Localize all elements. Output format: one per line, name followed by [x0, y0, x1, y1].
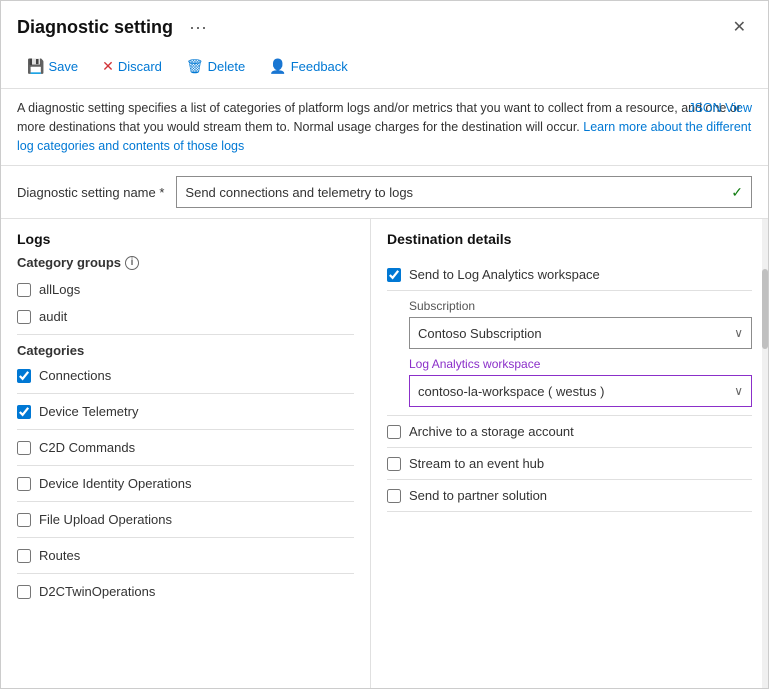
workspace-chevron-icon: ∨: [734, 384, 743, 398]
log-analytics-checkbox[interactable]: [387, 268, 401, 282]
delete-icon: 🗑: [186, 58, 204, 75]
destination-panel: Destination details Send to Log Analytic…: [371, 219, 768, 688]
event-hub-option: Stream to an event hub: [387, 448, 752, 480]
discard-button[interactable]: ✕ Discard: [92, 53, 172, 80]
scrollbar-thumb[interactable]: [762, 269, 768, 349]
subscription-label: Subscription: [409, 299, 752, 313]
save-icon: 💾: [27, 58, 44, 75]
event-hub-checkbox[interactable]: [387, 457, 401, 471]
c2d-commands-item: C2D Commands: [17, 434, 354, 461]
setting-name-field[interactable]: [185, 185, 731, 200]
info-text: A diagnostic setting specifies a list of…: [17, 101, 751, 153]
audit-checkbox[interactable]: [17, 310, 31, 324]
allLogs-checkbox[interactable]: [17, 283, 31, 297]
file-upload-checkbox[interactable]: [17, 513, 31, 527]
storage-account-checkbox[interactable]: [387, 425, 401, 439]
allLogs-label: allLogs: [39, 282, 80, 297]
storage-account-label: Archive to a storage account: [409, 424, 574, 439]
storage-account-option: Archive to a storage account: [387, 416, 752, 448]
log-analytics-label: Send to Log Analytics workspace: [409, 267, 600, 282]
diagnostic-setting-panel: Diagnostic setting ··· ✕ 💾 Save ✕ Discar…: [0, 0, 769, 689]
routes-checkbox[interactable]: [17, 549, 31, 563]
log-analytics-details: Subscription Contoso Subscription ∨ Log …: [387, 291, 752, 416]
scrollbar-track[interactable]: [762, 219, 768, 688]
workspace-label: Log Analytics workspace: [409, 357, 752, 371]
category-groups-title: Category groups i: [17, 255, 354, 270]
d2ctwin-item: D2CTwinOperations: [17, 578, 354, 605]
panel-header: Diagnostic setting ··· ✕: [1, 1, 768, 49]
destination-section-title: Destination details: [387, 231, 752, 247]
main-content: Logs Category groups i allLogs audit Cat…: [1, 219, 768, 688]
delete-label: Delete: [208, 59, 246, 74]
feedback-label: Feedback: [291, 59, 348, 74]
learn-more-link[interactable]: Learn more about the different log categ…: [17, 120, 751, 153]
discard-label: Discard: [118, 59, 162, 74]
panel-title: Diagnostic setting: [17, 17, 173, 38]
delete-button[interactable]: 🗑 Delete: [176, 53, 255, 80]
audit-label: audit: [39, 309, 67, 324]
d2ctwin-checkbox[interactable]: [17, 585, 31, 599]
event-hub-label: Stream to an event hub: [409, 456, 544, 471]
connections-item: Connections: [17, 362, 354, 389]
device-identity-checkbox[interactable]: [17, 477, 31, 491]
json-view-link[interactable]: JSON View: [688, 99, 752, 118]
close-button[interactable]: ✕: [727, 13, 752, 41]
device-identity-label: Device Identity Operations: [39, 476, 191, 491]
workspace-select[interactable]: contoso-la-workspace ( westus ) ∨: [409, 375, 752, 407]
routes-label: Routes: [39, 548, 80, 563]
logs-section-title: Logs: [17, 231, 354, 247]
discard-icon: ✕: [102, 58, 114, 75]
subscription-value: Contoso Subscription: [418, 326, 542, 341]
allLogs-item: allLogs: [17, 276, 354, 303]
setting-name-checkmark: ✓: [731, 184, 743, 201]
toolbar: 💾 Save ✕ Discard 🗑 Delete 👤 Feedback: [1, 49, 768, 89]
c2d-commands-checkbox[interactable]: [17, 441, 31, 455]
logs-panel: Logs Category groups i allLogs audit Cat…: [1, 219, 371, 688]
panel-menu-dots[interactable]: ···: [189, 17, 207, 38]
device-telemetry-item: Device Telemetry: [17, 398, 354, 425]
audit-item: audit: [17, 303, 354, 330]
file-upload-item: File Upload Operations: [17, 506, 354, 533]
c2d-commands-label: C2D Commands: [39, 440, 135, 455]
setting-name-label: Diagnostic setting name *: [17, 185, 164, 200]
category-groups-info-icon[interactable]: i: [125, 256, 139, 270]
connections-label: Connections: [39, 368, 111, 383]
device-identity-item: Device Identity Operations: [17, 470, 354, 497]
subscription-chevron-icon: ∨: [734, 326, 743, 340]
feedback-icon: 👤: [269, 58, 286, 75]
routes-item: Routes: [17, 542, 354, 569]
save-button[interactable]: 💾 Save: [17, 53, 88, 80]
partner-solution-option: Send to partner solution: [387, 480, 752, 512]
file-upload-label: File Upload Operations: [39, 512, 172, 527]
setting-name-row: Diagnostic setting name * ✓: [1, 166, 768, 219]
setting-name-input-container[interactable]: ✓: [176, 176, 752, 208]
save-label: Save: [48, 59, 78, 74]
partner-solution-label: Send to partner solution: [409, 488, 547, 503]
info-bar: A diagnostic setting specifies a list of…: [1, 89, 768, 166]
connections-checkbox[interactable]: [17, 369, 31, 383]
partner-solution-checkbox[interactable]: [387, 489, 401, 503]
device-telemetry-label: Device Telemetry: [39, 404, 138, 419]
feedback-button[interactable]: 👤 Feedback: [259, 53, 358, 80]
device-telemetry-checkbox[interactable]: [17, 405, 31, 419]
d2ctwin-label: D2CTwinOperations: [39, 584, 155, 599]
subscription-select[interactable]: Contoso Subscription ∨: [409, 317, 752, 349]
log-analytics-option: Send to Log Analytics workspace: [387, 259, 752, 291]
categories-title: Categories: [17, 343, 354, 358]
workspace-value: contoso-la-workspace ( westus ): [418, 384, 604, 399]
